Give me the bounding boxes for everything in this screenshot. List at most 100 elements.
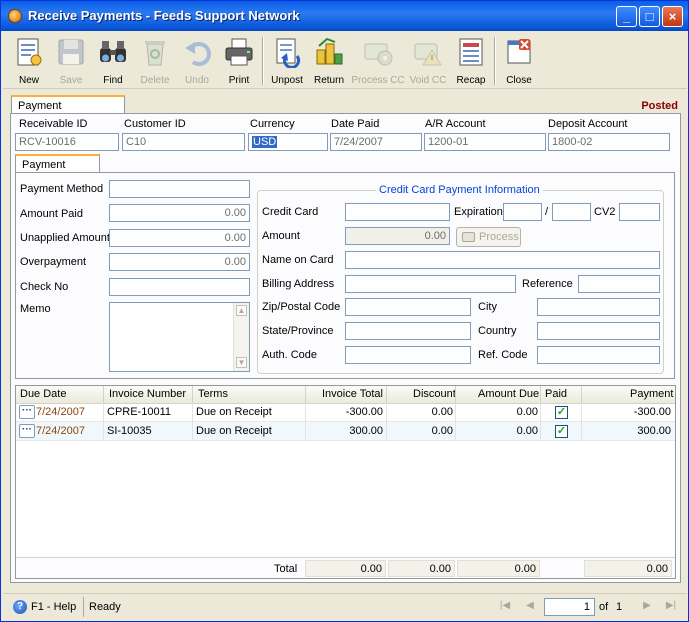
ref-code-field[interactable]	[537, 346, 660, 364]
reference-field[interactable]	[578, 275, 660, 293]
check-no-field[interactable]	[109, 278, 250, 296]
name-on-card-field[interactable]	[345, 251, 660, 269]
scroll-down-icon[interactable]: ▼	[236, 357, 247, 368]
state-field[interactable]	[345, 322, 471, 340]
table-row[interactable]: ··· 7/24/2007 SI-10035 Due on Receipt 30…	[16, 422, 675, 441]
tab-payment-information[interactable]: Payment Information	[11, 95, 125, 124]
check-no-label: Check No	[20, 281, 69, 293]
billing-address-label: Billing Address	[262, 278, 335, 290]
close-label: Close	[506, 75, 532, 86]
deposit-account-field[interactable]: 1800-02	[548, 133, 670, 151]
help-label[interactable]: F1 - Help	[31, 601, 76, 613]
next-page-icon[interactable]: ▶	[640, 600, 654, 614]
receive-payments-window: Receive Payments - Feeds Support Network…	[0, 0, 689, 622]
title-bar[interactable]: Receive Payments - Feeds Support Network…	[1, 1, 688, 31]
col-discount[interactable]: Discount	[413, 388, 456, 400]
process-button-label: Process	[479, 231, 519, 243]
cell-divider	[305, 403, 306, 422]
ellipsis-icon[interactable]: ···	[19, 405, 35, 419]
date-paid-field[interactable]: 7/24/2007	[330, 133, 422, 151]
close-window-button[interactable]: ×	[662, 6, 683, 27]
maximize-button[interactable]: □	[639, 6, 660, 27]
deposit-account-label: Deposit Account	[548, 118, 628, 130]
cell-divider	[103, 403, 104, 422]
cv2-field[interactable]	[619, 203, 660, 221]
col-amount-due[interactable]: Amount Due	[478, 388, 539, 400]
auth-code-field[interactable]	[345, 346, 471, 364]
ellipsis-icon[interactable]: ···	[19, 424, 35, 438]
amount-paid-label: Amount Paid	[20, 208, 83, 220]
col-invoice-number[interactable]: Invoice Number	[109, 388, 186, 400]
payment-cell: -300.00	[633, 406, 671, 418]
cell-divider	[192, 403, 193, 422]
of-label: of	[599, 601, 609, 613]
cell-divider	[581, 403, 582, 422]
col-divider	[103, 386, 104, 404]
amount-paid-value: 0.00	[224, 207, 246, 219]
unapplied-amount-label: Unapplied Amount	[20, 232, 110, 244]
memo-scrollbar[interactable]: ▲ ▼	[233, 303, 249, 371]
previous-page-icon[interactable]: ◀	[523, 600, 537, 614]
scroll-up-icon[interactable]: ▲	[236, 305, 247, 316]
unapplied-amount-field[interactable]: 0.00	[109, 229, 250, 247]
amount-paid-field[interactable]: 0.00	[109, 204, 250, 222]
tab-payment-detail[interactable]: Payment Detail	[15, 154, 100, 183]
page-number-input[interactable]: 1	[544, 598, 595, 616]
name-on-card-label: Name on Card	[262, 254, 334, 266]
ar-account-label: A/R Account	[425, 118, 486, 130]
zip-label: Zip/Postal Code	[262, 301, 341, 313]
due-date-cell: 7/24/2007	[36, 425, 85, 437]
payment-method-field[interactable]	[109, 180, 250, 198]
receivable-id-field[interactable]: RCV-10016	[15, 133, 119, 151]
total-amount-due: 0.00	[457, 560, 540, 577]
minimize-button[interactable]: _	[616, 6, 637, 27]
recap-button[interactable]: Recap	[450, 35, 492, 87]
currency-field[interactable]: USD	[248, 133, 328, 151]
void-cc-button[interactable]: Void CC	[407, 35, 449, 87]
due-date-cell: 7/24/2007	[36, 406, 85, 418]
invoice-number-cell: CPRE-10011	[107, 406, 171, 418]
paid-checkbox[interactable]: ✓	[555, 406, 568, 419]
overpayment-field[interactable]: 0.00	[109, 253, 250, 271]
status-bar: ? F1 - Help Ready |◀ ◀ 1 of 1 ▶ ▶|	[3, 593, 687, 620]
help-icon[interactable]: ?	[13, 600, 27, 614]
table-row[interactable]: ··· 7/24/2007 CPRE-10011 Due on Receipt …	[16, 403, 675, 422]
memo-field[interactable]: ▲ ▼	[109, 302, 250, 372]
grid-header: Due Date Invoice Number Terms Invoice To…	[16, 386, 675, 404]
overpayment-value: 0.00	[224, 256, 246, 268]
reference-label: Reference	[522, 278, 573, 290]
city-field[interactable]	[537, 298, 660, 316]
process-button[interactable]: Process	[456, 227, 521, 247]
col-payment[interactable]: Payment	[630, 388, 673, 400]
cc-amount-field[interactable]: 0.00	[345, 227, 450, 245]
customer-id-field[interactable]: C10	[122, 133, 245, 151]
memo-label: Memo	[20, 303, 51, 315]
col-invoice-total[interactable]: Invoice Total	[322, 388, 383, 400]
new-document-icon	[17, 38, 42, 66]
billing-address-field[interactable]	[345, 275, 516, 293]
expiration-year-field[interactable]	[552, 203, 591, 221]
col-terms[interactable]: Terms	[198, 388, 228, 400]
cell-divider	[192, 422, 193, 441]
paid-checkbox[interactable]: ✓	[555, 425, 568, 438]
col-due-date[interactable]: Due Date	[20, 388, 66, 400]
last-page-icon[interactable]: ▶|	[664, 600, 678, 614]
country-field[interactable]	[537, 322, 660, 340]
print-label: Print	[228, 75, 250, 86]
expiration-month-field[interactable]	[503, 203, 542, 221]
cc-amount-label: Amount	[262, 230, 300, 242]
ar-account-field[interactable]: 1200-01	[424, 133, 546, 151]
unapplied-amount-value: 0.00	[224, 232, 246, 244]
zip-field[interactable]	[345, 298, 471, 316]
return-button[interactable]: Return	[308, 35, 350, 87]
invoice-number-cell: SI-10035	[107, 425, 152, 437]
close-window-icon	[507, 39, 531, 64]
posted-status: Posted	[641, 100, 678, 112]
cell-divider	[386, 422, 387, 441]
process-cc-button[interactable]: Process CC	[351, 35, 405, 87]
close-button[interactable]: Close	[498, 35, 540, 87]
print-button[interactable]: Print	[218, 35, 260, 87]
first-page-icon[interactable]: |◀	[498, 600, 512, 614]
credit-card-field[interactable]	[345, 203, 450, 221]
col-paid[interactable]: Paid	[545, 388, 567, 400]
